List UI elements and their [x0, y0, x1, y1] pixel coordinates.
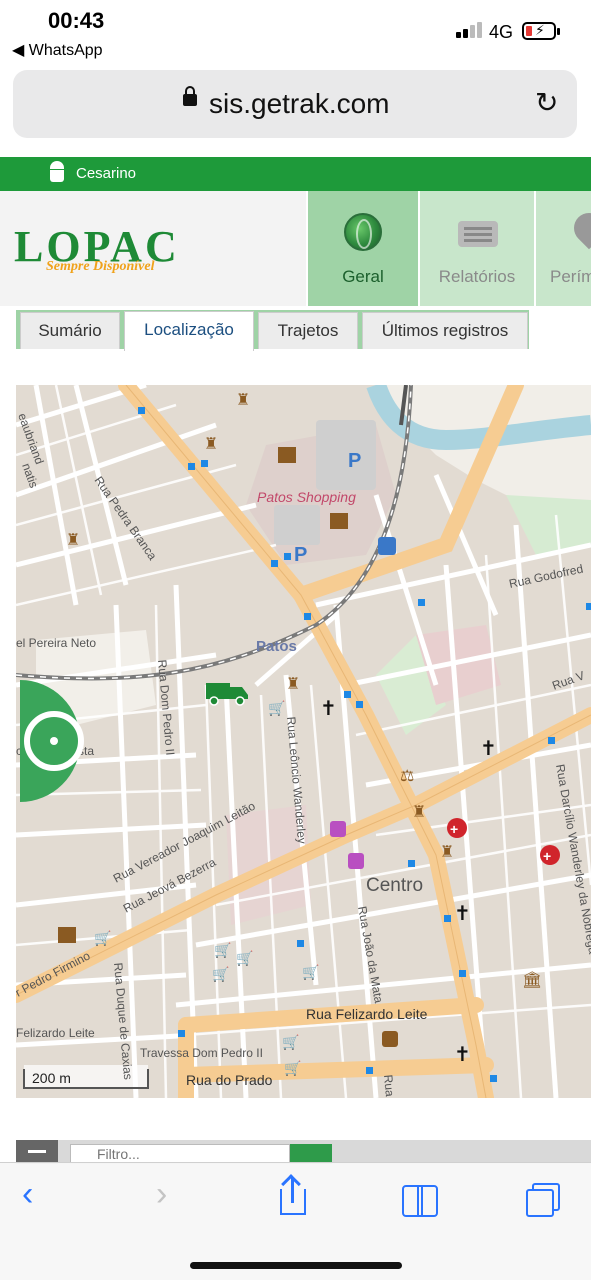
- forward-chevron-icon[interactable]: ›: [156, 1175, 200, 1219]
- svg-text:♜: ♜: [236, 392, 250, 409]
- svg-text:♜: ♜: [66, 532, 80, 549]
- address-bar[interactable]: sis.getrak.com ↻: [13, 70, 577, 138]
- tab-localizacao[interactable]: Localização: [124, 311, 254, 351]
- svg-text:✝: ✝: [454, 903, 471, 925]
- share-icon[interactable]: [272, 1174, 316, 1223]
- back-to-app-link[interactable]: ◀ WhatsApp: [12, 40, 103, 60]
- svg-text:♜: ♜: [286, 676, 300, 693]
- cinema-icon: [330, 513, 348, 529]
- svg-text:🛒: 🛒: [268, 700, 285, 717]
- tab-trajetos[interactable]: Trajetos: [258, 312, 358, 349]
- svg-text:✝: ✝: [454, 1044, 471, 1066]
- label-travessa: Travessa Dom Pedro II: [140, 1046, 263, 1060]
- nav-perimetro[interactable]: Perím: [534, 191, 591, 306]
- nav-relatorios-label: Relatórios: [438, 267, 516, 286]
- logo-slogan: Sempre Disponível: [46, 259, 155, 274]
- reload-icon[interactable]: ↻: [535, 86, 558, 119]
- bookmarks-icon[interactable]: [400, 1179, 444, 1223]
- globe-icon: [344, 213, 382, 251]
- tab-bar: Sumário Localização Trajetos Últimos reg…: [0, 306, 591, 351]
- status-bar: 00:43 ◀ WhatsApp 4G ⚡: [0, 0, 591, 66]
- label-pereira-neto: el Pereira Neto: [16, 636, 96, 650]
- label-felizardo-leite: Felizardo Leite: [16, 1026, 95, 1040]
- filter-input[interactable]: [70, 1144, 290, 1164]
- svg-text:⚖: ⚖: [400, 768, 414, 785]
- label-rua-do-prado: Rua do Prado: [186, 1072, 273, 1088]
- map-canvas[interactable]: 200 m Rua Pedra Branca eaubriand natis R…: [16, 385, 591, 1098]
- android-icon[interactable]: [48, 161, 66, 183]
- home-indicator[interactable]: [190, 1262, 402, 1269]
- nav-perimetro-label: Perím: [550, 267, 591, 286]
- svg-text:P: P: [348, 450, 361, 472]
- url-text[interactable]: sis.getrak.com: [209, 88, 390, 120]
- svg-text:✝: ✝: [320, 698, 337, 720]
- svg-text:+: +: [450, 821, 458, 837]
- label-rua-felizardo: Rua Felizardo Leite: [306, 1006, 428, 1022]
- svg-text:✝: ✝: [480, 738, 497, 760]
- filter-bar: [16, 1140, 591, 1164]
- svg-text:♜: ♜: [204, 436, 218, 453]
- svg-text:🛒: 🛒: [302, 964, 319, 981]
- status-time: 00:43: [48, 8, 105, 33]
- steering-wheel-icon: [24, 711, 84, 771]
- filter-search-button[interactable]: [290, 1144, 332, 1164]
- cinema-icon-2: [58, 927, 76, 943]
- battery-icon: ⚡: [522, 22, 556, 40]
- svg-text:🛒: 🛒: [284, 1060, 301, 1077]
- app-header: LOPAC Sempre Disponível Geral Relatórios…: [0, 191, 591, 306]
- user-name: Cesarino: [76, 165, 137, 182]
- back-chevron-icon[interactable]: ‹: [22, 1175, 66, 1219]
- label-patos-shopping: Patos Shopping: [257, 489, 356, 505]
- tab-ultimos-registros[interactable]: Últimos registros: [362, 312, 528, 349]
- pin-icon: [567, 206, 591, 250]
- bus-station-icon: [378, 537, 396, 555]
- map-scale-label: 200 m: [32, 1070, 71, 1086]
- svg-text:🛒: 🛒: [214, 942, 231, 959]
- user-bar: Cesarino: [0, 157, 591, 191]
- lock-icon: [183, 86, 197, 106]
- svg-text:🛒: 🛒: [236, 950, 253, 967]
- nav-geral-label: Geral: [342, 267, 384, 286]
- label-patos: Patos: [256, 638, 297, 655]
- svg-text:P: P: [294, 544, 307, 566]
- nav-relatorios[interactable]: Relatórios: [418, 191, 534, 306]
- signal-icon: [456, 22, 484, 38]
- network-type: 4G: [489, 22, 514, 42]
- library-icon: [278, 447, 296, 463]
- svg-text:🏛: 🏛: [522, 971, 542, 989]
- svg-text:🛒: 🛒: [212, 966, 229, 983]
- label-centro: Centro: [366, 875, 423, 896]
- svg-text:♜: ♜: [440, 844, 454, 861]
- tab-sumario[interactable]: Sumário: [20, 312, 120, 349]
- report-icon: [458, 221, 498, 247]
- svg-text:🛒: 🛒: [282, 1034, 299, 1051]
- label-rua-r: Rua: [381, 1074, 397, 1097]
- svg-text:🛒: 🛒: [94, 930, 111, 947]
- map-view[interactable]: 200 m Rua Pedra Branca eaubriand natis R…: [16, 385, 591, 1098]
- shop-icon: [330, 821, 346, 837]
- nav-geral[interactable]: Geral: [306, 191, 418, 306]
- svg-text:+: +: [543, 848, 551, 864]
- svg-text:♜: ♜: [412, 804, 426, 821]
- shop-icon-2: [348, 853, 364, 869]
- theatre-icon: [382, 1031, 398, 1047]
- lopac-logo[interactable]: LOPAC Sempre Disponível: [14, 221, 304, 291]
- menu-icon[interactable]: [16, 1140, 58, 1164]
- tabs-icon[interactable]: [522, 1179, 566, 1223]
